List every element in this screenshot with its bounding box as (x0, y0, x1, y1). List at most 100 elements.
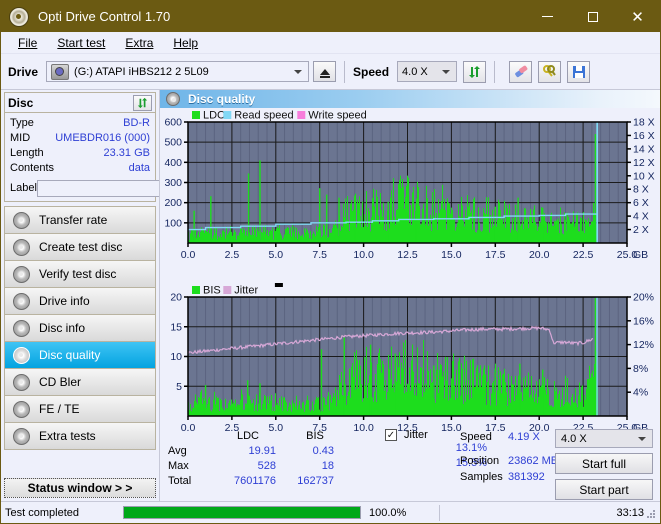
eject-icon (319, 68, 330, 78)
svg-text:12.5: 12.5 (397, 249, 418, 261)
main-area: Disc Type BD-R MID UMEBDR016 (000) Lengt… (1, 90, 660, 501)
menu-start-test-label: Start test (57, 35, 106, 50)
menu-start-test[interactable]: Start test (47, 32, 115, 54)
speed-select-value: 4.0 X (402, 65, 428, 78)
keys-button[interactable] (538, 60, 562, 83)
close-button[interactable]: ✕ (615, 1, 660, 32)
disc-icon (13, 373, 30, 391)
minimize-button[interactable] (525, 1, 570, 32)
maximize-button[interactable] (570, 1, 615, 32)
bis-chart-svg: 51015204%8%12%16%20%0.0 2.5 5.0 7.5 10.0 12.5… (170, 283, 654, 434)
stats-corner (168, 429, 210, 444)
disc-mid-key: MID (10, 132, 31, 144)
disc-type-value: BD-R (123, 117, 150, 129)
menu-file-label: File (18, 35, 38, 50)
disc-row-type: Type BD-R (10, 116, 150, 131)
svg-text:5: 5 (176, 381, 182, 393)
sidebar-item-disc-info[interactable]: Disc info (5, 315, 155, 342)
disc-icon (13, 238, 30, 256)
disc-label-row: Label (10, 179, 240, 197)
eject-button[interactable] (313, 61, 337, 82)
disc-panel-header: Disc (5, 93, 155, 113)
svg-text:14 X: 14 X (633, 143, 655, 155)
sidebar-item-transfer-rate[interactable]: Transfer rate (5, 207, 155, 234)
sidebar: Disc Type BD-R MID UMEBDR016 (000) Lengt… (1, 90, 240, 501)
eraser-button[interactable] (509, 60, 533, 83)
ldc-chart[interactable]: 100 200 300 400 500 600 2 X4 X 6 X8 X 10 X 12 X 14… (160, 108, 660, 280)
svg-text:2 X: 2 X (633, 224, 649, 236)
refresh-button[interactable] (463, 60, 487, 83)
sidebar-item-label: Extra tests (39, 429, 96, 443)
svg-text:20: 20 (170, 292, 182, 304)
sidebar-item-verify-test-disc[interactable]: Verify test disc (5, 261, 155, 288)
stats-panel: LDC BIS Avg 19.91 0.43 Max 528 18 Total … (160, 427, 660, 501)
toolbar-divider-2 (494, 60, 496, 83)
chevron-down-icon (638, 436, 646, 441)
disc-mid-value: UMEBDR016 (000) (55, 132, 150, 144)
svg-text:7.5: 7.5 (312, 249, 327, 261)
svg-text:8 X: 8 X (633, 184, 649, 196)
page-title: Disc quality (188, 92, 256, 106)
svg-text:100: 100 (164, 217, 182, 229)
disc-icon (13, 319, 30, 337)
disc-length-value: 23.31 GB (103, 147, 150, 159)
close-icon: ✕ (631, 8, 644, 26)
svg-text:18 X: 18 X (633, 117, 655, 129)
svg-text:10.0: 10.0 (353, 249, 374, 261)
samples-stat-key: Samples (460, 471, 503, 483)
sidebar-item-create-test-disc[interactable]: Create test disc (5, 234, 155, 261)
svg-text:Write speed: Write speed (308, 110, 367, 122)
bis-chart[interactable]: 5 10 15 20 4% 8% 12% 16% 20% 0.0 2.5 5.0 7.5 10.0 12.5… (160, 280, 660, 445)
svg-text:16 X: 16 X (633, 130, 655, 142)
disc-row-mid: MID UMEBDR016 (000) (10, 131, 150, 146)
test-controls: 4.0 X Start full Start part (555, 429, 653, 505)
status-window-button[interactable]: Status window > > (4, 478, 156, 498)
start-full-button[interactable]: Start full (555, 453, 653, 474)
menu-help-label: Help (173, 35, 199, 50)
svg-text:12 X: 12 X (633, 157, 655, 169)
progress-bar (123, 506, 361, 519)
content-header: Disc quality (160, 90, 660, 108)
stats-avg-ldc: 19.91 (248, 445, 276, 457)
test-speed-select[interactable]: 4.0 X (555, 429, 653, 448)
sidebar-item-extra-tests[interactable]: Extra tests (5, 423, 155, 450)
elapsed-time: 33:13 (616, 506, 644, 519)
sidebar-item-cd-bler[interactable]: CD Bler (5, 369, 155, 396)
speed-select[interactable]: 4.0 X (397, 61, 458, 82)
refresh-icon (469, 65, 481, 78)
sidebar-item-label: Disc info (39, 321, 86, 335)
save-icon (572, 65, 585, 78)
disc-refresh-button[interactable] (133, 94, 152, 111)
disc-icon (13, 211, 30, 229)
jitter-checkbox[interactable]: ✓ (385, 429, 397, 441)
svg-text:LDC: LDC (203, 110, 225, 122)
save-button[interactable] (567, 60, 591, 83)
sidebar-item-fe-te[interactable]: FE / TE (5, 396, 155, 423)
sidebar-item-disc-quality[interactable]: Disc quality (5, 342, 155, 369)
menu-extra[interactable]: Extra (115, 32, 163, 54)
svg-text:15: 15 (170, 321, 182, 333)
sidebar-item-drive-info[interactable]: Drive info (5, 288, 155, 315)
disc-type-key: Type (10, 117, 34, 129)
toolbar-divider-1 (344, 60, 346, 83)
sidebar-item-label: Disc quality (39, 348, 101, 362)
svg-text:10 X: 10 X (633, 170, 655, 182)
disc-label-key: Label (10, 182, 37, 194)
menu-help[interactable]: Help (163, 32, 208, 54)
svg-text:17.5: 17.5 (485, 249, 506, 261)
progress-percent: 100.0% (369, 506, 407, 519)
disc-contents-value: data (128, 162, 150, 174)
svg-text:500: 500 (164, 137, 182, 149)
position-stat-key: Position (460, 455, 500, 467)
stats-grid: LDC BIS Avg 19.91 0.43 Max 528 18 Total … (168, 429, 344, 489)
menu-file[interactable]: File (8, 32, 47, 54)
minimize-icon (542, 16, 553, 17)
status-message: Test completed (5, 506, 79, 519)
drive-select[interactable]: (G:) ATAPI iHBS212 2 5L09 (46, 61, 310, 82)
app-window: Opti Drive Control 1.70 ✕ File Start tes… (0, 0, 661, 524)
drive-icon (51, 63, 70, 80)
start-part-button[interactable]: Start part (555, 479, 653, 500)
window-controls: ✕ (525, 1, 660, 32)
resize-grip[interactable] (647, 510, 657, 520)
